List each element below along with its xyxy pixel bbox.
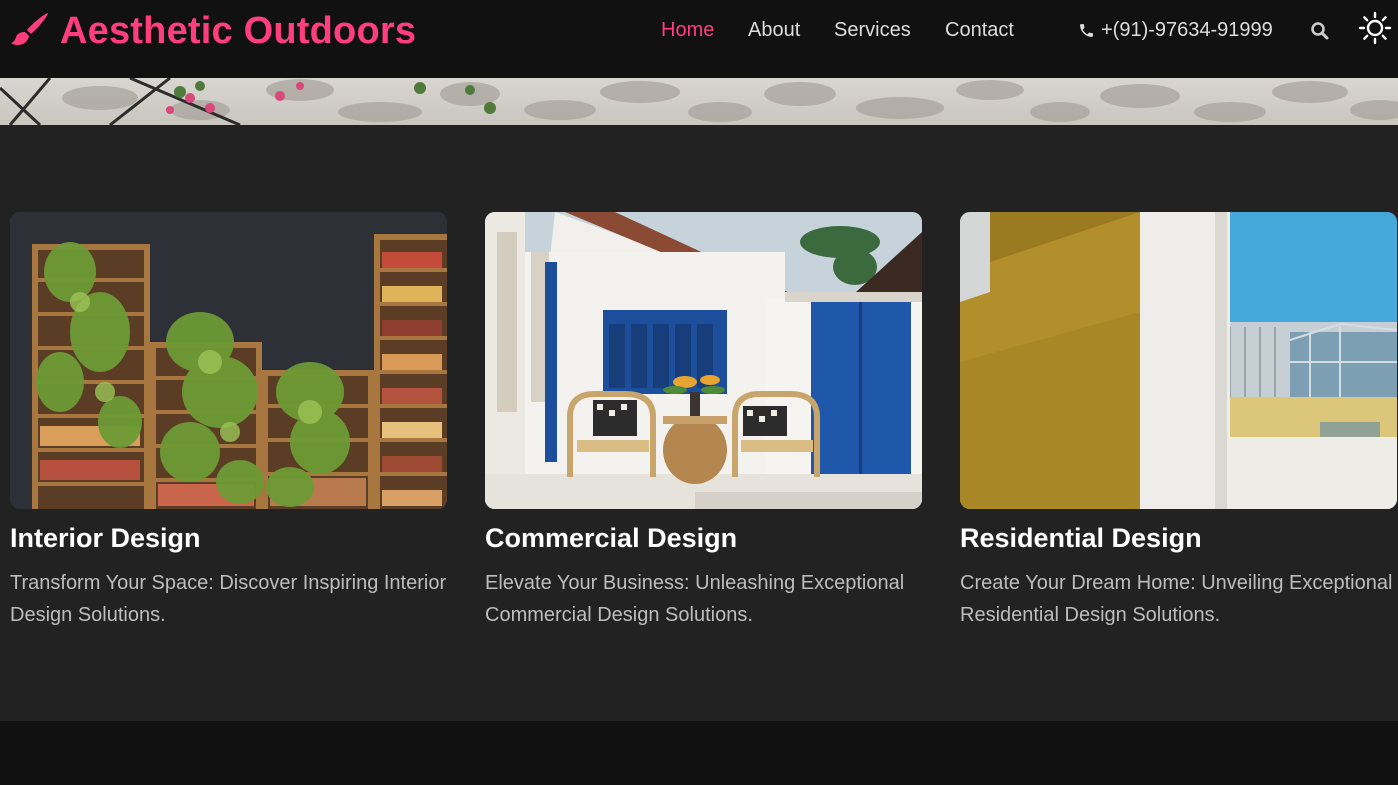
phone-contact[interactable]: +(91)-97634-91999 — [1078, 17, 1273, 43]
card-title[interactable]: Interior Design — [10, 522, 447, 554]
nav-about[interactable]: About — [748, 17, 800, 43]
site-footer — [0, 721, 1398, 785]
sun-icon[interactable] — [1358, 11, 1392, 45]
service-card-interior[interactable]: Interior Design Transform Your Space: Di… — [10, 212, 447, 631]
stone-pavement-pattern — [0, 78, 1398, 125]
brand-logo-link[interactable]: Aesthetic Outdoors — [10, 10, 416, 52]
phone-number: +(91)-97634-91999 — [1101, 18, 1273, 41]
hero-banner-image — [0, 78, 1398, 125]
card-title[interactable]: Residential Design — [960, 522, 1397, 554]
service-card-commercial[interactable]: Commercial Design Elevate Your Business:… — [485, 212, 922, 631]
nav-services[interactable]: Services — [834, 17, 911, 43]
nav-home[interactable]: Home — [661, 17, 714, 43]
paint-brush-icon — [11, 13, 48, 45]
card-description: Create Your Dream Home: Unveiling Except… — [960, 572, 1393, 626]
search-icon[interactable] — [1310, 21, 1330, 41]
service-card-residential[interactable]: Residential Design Create Your Dream Hom… — [960, 212, 1397, 631]
interior-design-image — [10, 212, 447, 509]
nav-contact[interactable]: Contact — [945, 17, 1014, 43]
phone-icon — [1080, 23, 1093, 37]
site-header: Aesthetic Outdoors Home About Services C… — [0, 0, 1398, 78]
brand-name: Aesthetic Outdoors — [60, 9, 417, 52]
card-title[interactable]: Commercial Design — [485, 522, 922, 554]
card-description: Transform Your Space: Discover Inspiring… — [10, 572, 447, 626]
card-description: Elevate Your Business: Unleashing Except… — [485, 572, 905, 626]
residential-design-image — [960, 212, 1397, 509]
commercial-design-image — [485, 212, 922, 509]
